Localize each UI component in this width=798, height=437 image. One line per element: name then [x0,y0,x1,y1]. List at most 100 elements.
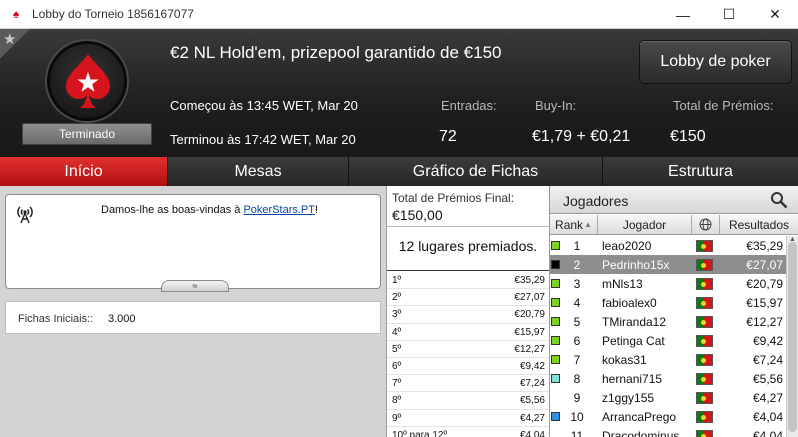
player-result: €5,56 [752,372,783,386]
prize-amount: €4,04 [519,429,545,437]
prize-row: 2º €27,07 [387,289,549,307]
tab-mesas[interactable]: Mesas [168,157,349,186]
players-title: Jogadores [563,193,629,209]
portugal-flag-icon [696,354,713,366]
lobby-tabs: Início Mesas Gráfico de Fichas Estrutura [0,157,798,186]
buyin-value: €1,79 + €0,21 [532,128,631,145]
starting-chips-box: Fichas Iniciais:: 3.000 [5,301,381,334]
player-name: mNls13 [602,277,643,291]
entries-value: 72 [439,128,457,145]
column-player[interactable]: Jogador [598,215,692,235]
player-row[interactable]: 9 z1ggy155 €4,27 [550,388,786,407]
player-result: €7,24 [752,353,783,367]
pokerstars-link[interactable]: PokerStars.PT [243,204,315,216]
total-prize-value: €150 [670,128,706,145]
prize-row: 9º €4,27 [387,410,549,427]
player-name: fabioalex0 [602,296,657,310]
tab-estrutura[interactable]: Estrutura [603,157,798,186]
expand-toggle[interactable]: ≈ [161,280,229,292]
prize-amount: €9,42 [519,360,545,372]
prize-place: 9º [392,412,402,424]
search-icon[interactable] [770,191,788,209]
column-country[interactable] [692,215,720,235]
prize-row: 5º €12,27 [387,341,549,358]
player-color-marker [551,279,560,288]
player-rank: 8 [573,372,581,386]
column-results[interactable]: Resultados [720,215,798,235]
player-rank: 2 [573,258,581,272]
prize-amount: €4,27 [519,412,545,424]
prize-row: 1º €35,29 [387,272,549,290]
divider [387,270,549,271]
starting-chips-label: Fichas Iniciais:: [18,313,94,325]
divider [387,226,549,227]
tab-inicio[interactable]: Início [0,157,168,186]
prize-row: 6º €9,42 [387,358,549,376]
prize-amount: €15,97 [514,326,545,338]
prize-place: 6º [392,360,402,372]
minimize-button[interactable]: — [660,0,706,29]
buyin-label: Buy-In: [535,98,577,113]
prize-amount: €7,24 [519,378,545,390]
player-result: €4,04 [752,410,783,424]
player-name: hernani715 [602,372,663,386]
player-row[interactable]: 4 fabioalex0 €15,97 [550,293,786,312]
player-color-marker [551,298,560,307]
column-rank[interactable]: Rank ▲ [550,215,598,235]
starting-chips-value: 3.000 [108,313,136,325]
close-button[interactable]: ✕ [752,0,798,29]
prize-amount: €12,27 [514,343,545,355]
prize-amount: €20,79 [514,309,545,321]
poker-lobby-button[interactable]: Lobby de poker [639,40,792,84]
player-rank: 6 [573,334,581,348]
entries-label: Entradas: [441,98,497,113]
player-result: €27,07 [746,258,783,272]
player-color-marker [551,317,560,326]
status-badge: Terminado [22,123,152,145]
player-result: €15,97 [746,296,783,310]
players-panel: Jogadores Rank ▲ Jogador Resultados 1 leao… [550,186,798,437]
total-prize-label: Total de Prémios: [673,98,774,113]
player-name: kokas31 [602,353,647,367]
player-result: €4,04 [752,429,783,437]
scroll-thumb[interactable] [788,242,797,432]
player-name: Dracodominus [602,429,680,437]
window-title: Lobby do Torneio 1856167077 [32,7,194,21]
player-row[interactable]: 2 Pedrinho15x €27,07 [550,255,786,274]
prize-place: 8º [392,395,402,407]
player-row[interactable]: 11 Dracodominus €4,04 [550,426,786,437]
player-result: €12,27 [746,315,783,329]
pokerstars-logo [47,41,127,121]
prize-place: 7º [392,378,402,390]
player-rank: 10 [570,410,584,424]
prize-place: 4º [392,326,402,338]
player-row[interactable]: 3 mNls13 €20,79 [550,274,786,293]
player-color-marker [551,374,560,383]
players-scrollbar[interactable]: ▲ [786,236,798,437]
player-result: €9,42 [752,334,783,348]
player-row[interactable]: 7 kokas31 €7,24 [550,350,786,369]
player-color-marker [551,412,560,421]
portugal-flag-icon [696,297,713,309]
maximize-button[interactable]: ☐ [706,0,752,29]
prize-panel: Total de Prémios Final: €150,00 12 lugar… [386,186,550,437]
portugal-flag-icon [696,430,713,437]
prize-place: 2º [392,292,402,304]
player-name: ArrancaPrego [602,410,677,424]
paid-places: 12 lugares premiados. [398,238,538,254]
player-row[interactable]: 8 hernani715 €5,56 [550,369,786,388]
player-result: €35,29 [746,239,783,253]
player-row[interactable]: 6 Petinga Cat €9,42 [550,331,786,350]
portugal-flag-icon [696,240,713,252]
player-color-marker [551,336,560,345]
tab-grafico-de-fichas[interactable]: Gráfico de Fichas [349,157,603,186]
favorite-star-button[interactable]: ★ [0,29,30,59]
player-row[interactable]: 5 TMiranda12 €12,27 [550,312,786,331]
prize-row: 10º para 12º €4,04 [387,427,549,437]
player-row[interactable]: 10 ArrancaPrego €4,04 [550,407,786,426]
player-row[interactable]: 1 leao2020 €35,29 [550,236,786,255]
prize-amount: €35,29 [514,275,545,286]
portugal-flag-icon [696,392,713,404]
tournament-header: ★ Terminado €2 NL Hold'em, prizepool gar… [0,29,798,157]
prize-amount: €27,07 [514,292,545,304]
